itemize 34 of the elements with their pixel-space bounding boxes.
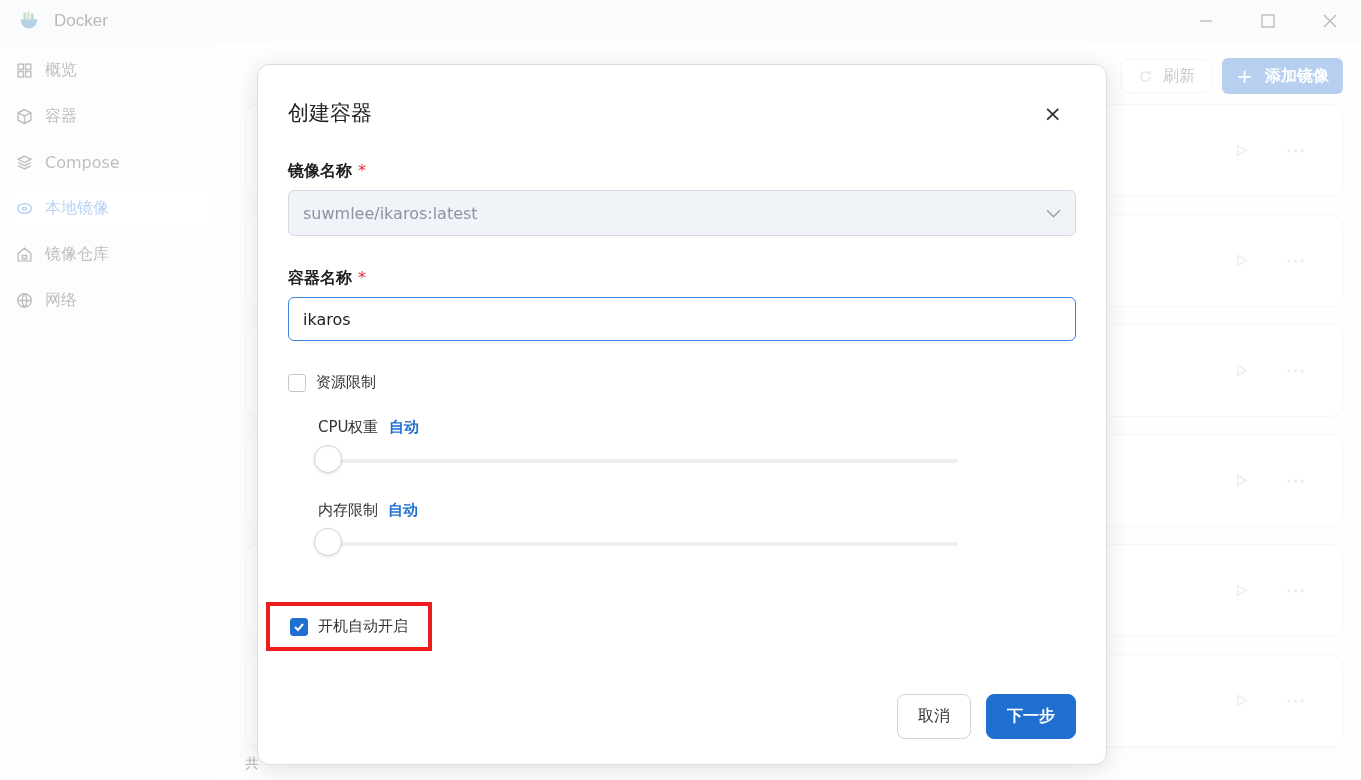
slider-label: CPU权重 — [318, 418, 379, 437]
checkbox-label: 开机自动开启 — [318, 617, 408, 636]
checkbox[interactable] — [290, 617, 308, 636]
field-label: 容器名称 — [288, 268, 352, 289]
cube-icon — [16, 107, 33, 125]
sidebar-item[interactable]: 网络 — [9, 278, 209, 322]
required-mark: * — [358, 268, 366, 289]
dialog-title: 创建容器 — [288, 100, 372, 127]
grid-icon — [16, 61, 33, 79]
slider-thumb[interactable] — [314, 528, 342, 556]
window-title: Docker — [54, 11, 108, 31]
slider-label: 内存限制 — [318, 501, 378, 520]
field-label: 镜像名称 — [288, 161, 352, 182]
globe-icon — [16, 291, 33, 309]
refresh-icon — [1138, 68, 1154, 84]
required-mark: * — [358, 161, 366, 182]
item-count: 共 — [245, 755, 259, 773]
sidebar-item[interactable]: Compose — [9, 140, 209, 184]
cancel-button[interactable]: 取消 — [897, 694, 971, 739]
sidebar-item[interactable]: 镜像仓库 — [9, 232, 209, 276]
checkbox[interactable] — [288, 373, 306, 392]
sidebar-item[interactable]: 概览 — [9, 48, 209, 92]
sidebar-item[interactable]: 容器 — [9, 94, 209, 138]
slider-value: 自动 — [388, 418, 419, 437]
layers-icon — [16, 153, 33, 171]
close-button[interactable]: × — [1037, 100, 1068, 126]
slider-value: 自动 — [388, 501, 418, 520]
container-name-field[interactable]: ikaros — [288, 297, 1076, 341]
chevron-down-icon — [1046, 208, 1061, 218]
house-icon — [16, 245, 33, 263]
checkbox-label: 资源限制 — [316, 373, 376, 392]
slider-thumb[interactable] — [314, 445, 342, 473]
add-image-button[interactable]: + 添加镜像 — [1222, 58, 1343, 94]
next-button[interactable]: 下一步 — [986, 694, 1076, 739]
